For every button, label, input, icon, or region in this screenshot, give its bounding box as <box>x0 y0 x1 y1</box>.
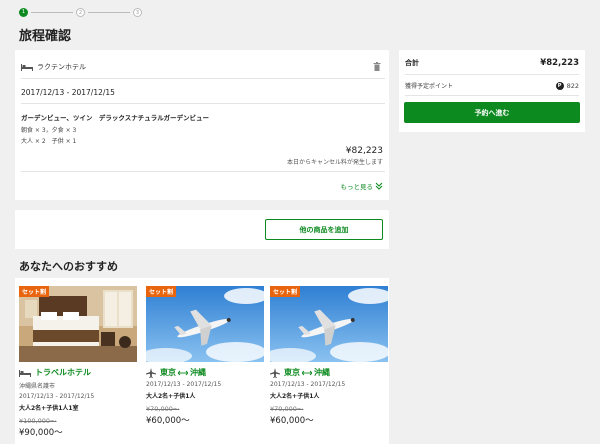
points-value: 822 <box>566 81 579 90</box>
step-connector <box>31 12 73 13</box>
step-1: 1 <box>19 8 28 17</box>
divider <box>21 103 385 104</box>
rec-price: ¥90,000〜 <box>19 428 63 438</box>
rec-hotel-title: トラベルホテル <box>19 367 137 378</box>
add-product-card: 他の商品を追加 <box>15 210 389 249</box>
step-3: 3 <box>133 8 142 17</box>
rec-flight-title: 東京 沖縄 <box>146 367 264 378</box>
step-2: 2 <box>76 8 85 17</box>
hotel-row: ラクテンホテル <box>21 62 383 72</box>
swap-arrows-icon <box>178 370 188 375</box>
rec-dates: 2017/12/13 - 2017/12/15 <box>146 381 222 388</box>
set-discount-badge: セット割 <box>146 286 177 297</box>
set-discount-badge: セット割 <box>19 286 50 297</box>
guest-info: 大人 × 2 子供 × 1 <box>21 138 77 145</box>
airplane-sky-illustration <box>270 286 388 362</box>
rec-hotel-name: トラベルホテル <box>35 368 91 377</box>
set-discount-badge: セット割 <box>270 286 301 297</box>
rec-price: ¥60,000〜 <box>146 416 190 426</box>
airplane-sky-illustration <box>146 286 264 362</box>
meal-info: 朝食 × 3，夕食 × 3 <box>21 127 77 134</box>
page-title: 旅程確認 <box>19 29 72 44</box>
airplane-icon <box>270 367 280 378</box>
rec-location: 沖縄県名護市 <box>19 383 56 390</box>
rec-from: 東京 <box>160 368 176 377</box>
recommend-heading: あなたへのおすすめ <box>19 260 118 273</box>
progress-stepper: 1 2 3 <box>19 8 142 17</box>
recommendation-card-flight[interactable]: セット割 東京 沖縄 2017/12/13 - 2017/12/15 大人2名+… <box>270 286 388 426</box>
rec-price: ¥60,000〜 <box>270 416 314 426</box>
hotel-room-image: セット割 <box>19 286 137 362</box>
rec-flight-title: 東京 沖縄 <box>270 367 388 378</box>
bed-icon <box>21 64 33 71</box>
room-type: ガーデンビュー、ツイン デラックスナチュラルガーデンビュー <box>21 114 210 122</box>
show-more-link[interactable]: もっと見る <box>341 181 384 191</box>
rec-original-price: ¥100,000〜 <box>19 417 57 425</box>
airplane-image: セット割 <box>270 286 388 362</box>
divider <box>21 78 385 79</box>
booking-card: ラクテンホテル 2017/12/13 - 2017/12/15 ガーデンビュー、… <box>15 50 389 200</box>
hotel-name: ラクテンホテル <box>37 63 86 71</box>
rec-guests: 大人2名+子供1人 <box>146 393 196 400</box>
divider <box>405 95 579 96</box>
total-label: 合計 <box>405 59 419 67</box>
cancel-note: 本日からキャンセル料が発生します <box>286 159 383 166</box>
rec-dates: 2017/12/13 - 2017/12/15 <box>270 381 346 388</box>
airplane-icon <box>146 367 156 378</box>
recommendation-card-flight[interactable]: セット割 東京 沖縄 2017/12/13 - 2017/12/15 大人2名+… <box>146 286 264 426</box>
points-value-wrap: P 822 <box>555 81 579 90</box>
rec-guests: 大人2名+子供1人 <box>270 393 320 400</box>
rec-dates: 2017/12/13 - 2017/12/15 <box>19 393 95 400</box>
swap-arrows-icon <box>302 370 312 375</box>
total-value: ¥82,223 <box>540 58 579 68</box>
step-connector <box>88 12 130 13</box>
proceed-to-reservation-button[interactable]: 予約へ進む <box>404 102 580 123</box>
rec-from: 東京 <box>284 368 300 377</box>
rec-original-price: ¥70,000〜 <box>270 405 304 413</box>
points-label: 獲得予定ポイント <box>405 83 454 90</box>
double-chevron-down-icon <box>375 182 383 190</box>
show-more-label: もっと見る <box>340 183 374 191</box>
booking-date-range: 2017/12/13 - 2017/12/15 <box>21 88 115 97</box>
rec-guests: 大人2名+子供1人1室 <box>19 405 79 412</box>
rec-to: 沖縄 <box>190 368 206 377</box>
points-row: 獲得予定ポイント P 822 <box>405 81 579 90</box>
add-other-product-button[interactable]: 他の商品を追加 <box>265 219 383 240</box>
point-icon: P <box>555 81 564 90</box>
bed-icon <box>19 369 31 377</box>
trash-icon[interactable] <box>373 62 381 71</box>
hotel-room-illustration <box>19 286 137 362</box>
divider <box>405 74 579 75</box>
rec-to: 沖縄 <box>314 368 330 377</box>
recommendation-card-hotel[interactable]: セット割 トラベルホテル 沖縄県名護市 2017/12/13 - 2017/12… <box>19 286 137 438</box>
divider <box>21 171 385 172</box>
rec-original-price: ¥70,000〜 <box>146 405 180 413</box>
recommendations-panel: セット割 トラベルホテル 沖縄県名護市 2017/12/13 - 2017/12… <box>15 278 389 444</box>
summary-card: 合計 ¥82,223 獲得予定ポイント P 822 予約へ進む <box>399 50 585 132</box>
total-row: 合計 ¥82,223 <box>405 58 579 68</box>
airplane-image: セット割 <box>146 286 264 362</box>
booking-price: ¥82,223 <box>345 146 383 156</box>
